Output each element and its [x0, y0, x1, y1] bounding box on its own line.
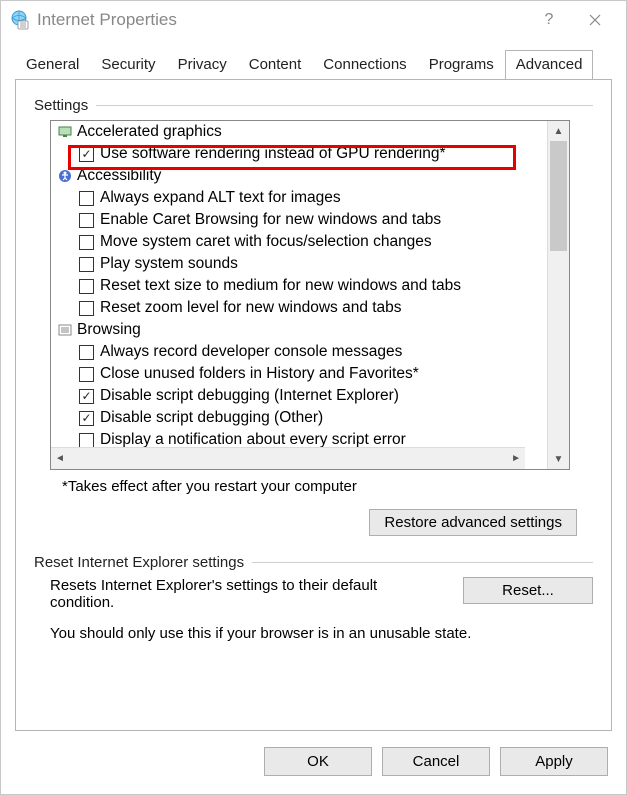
checkbox-label: Always record developer console messages [100, 343, 402, 361]
checkbox-label: Reset zoom level for new windows and tab… [100, 299, 402, 317]
category-icon [57, 169, 73, 183]
checkbox[interactable] [79, 345, 94, 360]
scroll-right-icon[interactable]: ► [511, 453, 521, 464]
checkbox-label: Reset text size to medium for new window… [100, 277, 461, 295]
tree-checkbox-item[interactable]: Always record developer console messages [51, 341, 547, 363]
tab-security[interactable]: Security [90, 50, 166, 80]
checkbox[interactable] [79, 279, 94, 294]
titlebar: Internet Properties ? [1, 1, 626, 39]
checkbox-label: Disable script debugging (Internet Explo… [100, 387, 399, 405]
restart-note: *Takes effect after you restart your com… [62, 478, 593, 495]
close-button[interactable] [572, 5, 618, 35]
tree-category: Browsing [51, 319, 547, 341]
tree-checkbox-item[interactable]: Move system caret with focus/selection c… [51, 231, 547, 253]
divider [96, 105, 593, 106]
tree-checkbox-item[interactable]: Reset zoom level for new windows and tab… [51, 297, 547, 319]
restore-advanced-button[interactable]: Restore advanced settings [369, 509, 577, 536]
cancel-button[interactable]: Cancel [382, 747, 490, 776]
checkbox[interactable] [79, 147, 94, 162]
tree-checkbox-item[interactable]: Display a notification about every scrip… [51, 429, 547, 447]
horizontal-scrollbar[interactable]: ◄ ► [51, 447, 525, 469]
checkbox-label: Disable script debugging (Other) [100, 409, 323, 427]
tab-content[interactable]: Content [238, 50, 313, 80]
tree-checkbox-item[interactable]: Use software rendering instead of GPU re… [51, 143, 547, 165]
checkbox[interactable] [79, 367, 94, 382]
reset-group-label: Reset Internet Explorer settings [34, 554, 244, 571]
app-icon [9, 10, 29, 30]
divider [252, 562, 593, 563]
checkbox-label: Close unused folders in History and Favo… [100, 365, 419, 383]
category-label: Browsing [77, 321, 141, 339]
vertical-scrollbar[interactable]: ▲ ▼ [547, 121, 569, 469]
category-icon [57, 125, 73, 139]
settings-group-header: Settings [34, 97, 593, 114]
reset-button[interactable]: Reset... [463, 577, 593, 604]
checkbox-label: Use software rendering instead of GPU re… [100, 145, 446, 163]
tree-checkbox-item[interactable]: Always expand ALT text for images [51, 187, 547, 209]
advanced-tab-panel: Settings Accelerated graphics Use softwar… [15, 79, 612, 731]
scroll-thumb[interactable] [550, 141, 567, 251]
tree-checkbox-item[interactable]: Reset text size to medium for new window… [51, 275, 547, 297]
settings-group-label: Settings [34, 97, 88, 114]
scroll-up-icon[interactable]: ▲ [548, 121, 569, 141]
reset-group-header: Reset Internet Explorer settings [34, 554, 593, 571]
ok-button[interactable]: OK [264, 747, 372, 776]
category-icon [57, 323, 73, 337]
checkbox-label: Display a notification about every scrip… [100, 431, 406, 447]
settings-tree[interactable]: Accelerated graphics Use software renderi… [50, 120, 570, 470]
checkbox[interactable] [79, 389, 94, 404]
category-label: Accelerated graphics [77, 123, 222, 141]
reset-warning: You should only use this if your browser… [50, 625, 593, 642]
checkbox-label: Play system sounds [100, 255, 238, 273]
tree-checkbox-item[interactable]: Close unused folders in History and Favo… [51, 363, 547, 385]
checkbox[interactable] [79, 433, 94, 448]
scroll-down-icon[interactable]: ▼ [548, 449, 569, 469]
tree-checkbox-item[interactable]: Play system sounds [51, 253, 547, 275]
tab-advanced[interactable]: Advanced [505, 50, 594, 80]
checkbox[interactable] [79, 235, 94, 250]
tab-connections[interactable]: Connections [312, 50, 417, 80]
scroll-left-icon[interactable]: ◄ [55, 453, 65, 464]
tree-checkbox-item[interactable]: Disable script debugging (Other) [51, 407, 547, 429]
tree-category: Accessibility [51, 165, 547, 187]
help-button[interactable]: ? [526, 5, 572, 35]
tab-general[interactable]: General [15, 50, 90, 80]
internet-properties-window: Internet Properties ? GeneralSecurityPri… [0, 0, 627, 795]
window-title: Internet Properties [37, 10, 526, 30]
tab-programs[interactable]: Programs [418, 50, 505, 80]
tab-strip: GeneralSecurityPrivacyContentConnections… [1, 39, 626, 79]
dialog-footer: OK Cancel Apply [1, 731, 626, 794]
tree-checkbox-item[interactable]: Disable script debugging (Internet Explo… [51, 385, 547, 407]
apply-button[interactable]: Apply [500, 747, 608, 776]
tree-checkbox-item[interactable]: Enable Caret Browsing for new windows an… [51, 209, 547, 231]
checkbox[interactable] [79, 301, 94, 316]
checkbox-label: Enable Caret Browsing for new windows an… [100, 211, 441, 229]
checkbox[interactable] [79, 257, 94, 272]
checkbox[interactable] [79, 191, 94, 206]
checkbox-label: Always expand ALT text for images [100, 189, 341, 207]
category-label: Accessibility [77, 167, 161, 185]
checkbox[interactable] [79, 213, 94, 228]
reset-description: Resets Internet Explorer's settings to t… [50, 577, 463, 611]
tab-privacy[interactable]: Privacy [167, 50, 238, 80]
checkbox[interactable] [79, 411, 94, 426]
checkbox-label: Move system caret with focus/selection c… [100, 233, 432, 251]
tree-category: Accelerated graphics [51, 121, 547, 143]
